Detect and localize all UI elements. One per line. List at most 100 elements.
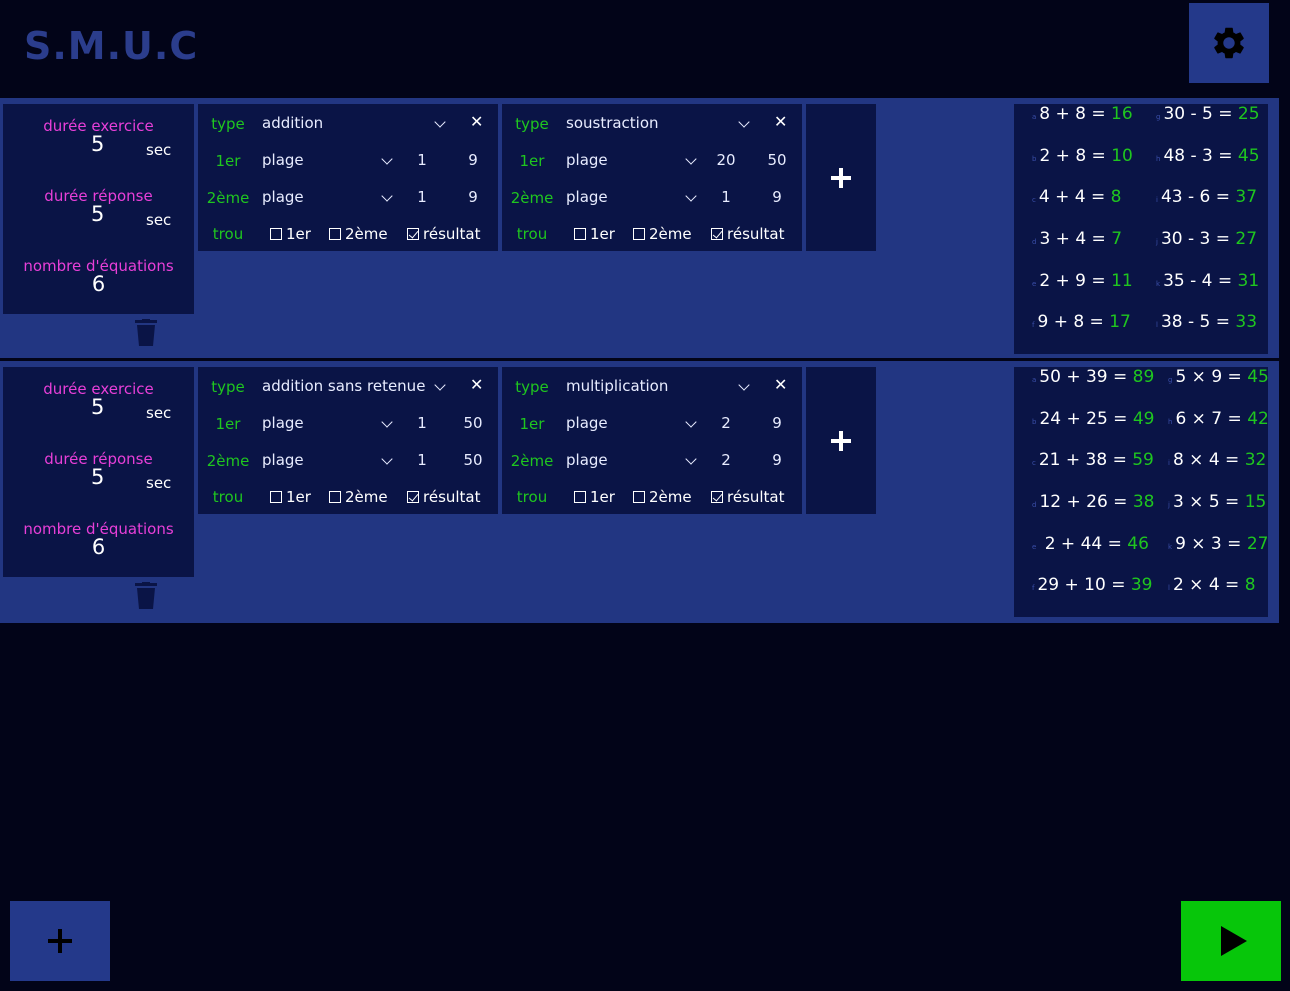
equation-expression: 2 + 9 = [1039, 271, 1106, 291]
first-max-input[interactable]: 50 [458, 414, 488, 432]
trou-1er-checkbox[interactable]: 1er [574, 488, 615, 506]
trash-icon[interactable] [134, 319, 158, 347]
equation-expression: 29 + 10 = [1037, 575, 1126, 595]
second-mode-select[interactable]: plage [262, 188, 304, 206]
close-icon[interactable]: ✕ [470, 112, 483, 131]
type-select[interactable]: addition [262, 114, 323, 132]
equation-answer: 8 [1110, 187, 1122, 207]
trou-2eme-checkbox[interactable]: 2ème [633, 225, 692, 243]
chevron-down-icon[interactable] [434, 116, 446, 128]
trou-2eme-checkbox[interactable]: 2ème [329, 225, 388, 243]
trou-resultat-checkbox[interactable]: résultat [711, 225, 785, 243]
trou-resultat-checkbox[interactable]: résultat [407, 225, 481, 243]
chevron-down-icon[interactable] [381, 416, 393, 428]
equation-expression: 8 + 8 = [1039, 104, 1106, 124]
equation-type-panel: type multiplication ✕ 1er plage 2 9 2ème… [502, 367, 802, 514]
first-mode-select[interactable]: plage [262, 151, 304, 169]
duree-exercice-input[interactable]: 5 [91, 395, 104, 419]
chevron-down-icon[interactable] [381, 153, 393, 165]
chevron-down-icon[interactable] [685, 416, 697, 428]
checkbox-label: 1er [590, 488, 615, 506]
add-equation-type-button[interactable] [806, 367, 876, 514]
add-exercise-button[interactable] [10, 901, 110, 981]
equation-letter: a [1032, 113, 1037, 121]
type-label: type [211, 115, 245, 133]
first-min-input[interactable]: 20 [711, 151, 741, 169]
second-operand-label: 2ème [206, 189, 250, 207]
chevron-down-icon[interactable] [381, 190, 393, 202]
first-max-input[interactable]: 50 [762, 151, 792, 169]
chevron-down-icon[interactable] [685, 453, 697, 465]
equation-expression: 48 - 3 = [1163, 146, 1233, 166]
type-select[interactable]: multiplication [566, 377, 668, 395]
equation-answer: 15 [1244, 492, 1267, 512]
equation-expression: 9 + 8 = [1037, 312, 1104, 332]
first-min-input[interactable]: 2 [711, 414, 741, 432]
equation-answer: 59 [1132, 450, 1154, 470]
type-select[interactable]: soustraction [566, 114, 659, 132]
settings-button[interactable] [1189, 3, 1269, 83]
preview-equation: i 43 - 6 = 37 [1156, 187, 1257, 207]
second-min-input[interactable]: 1 [407, 188, 437, 206]
first-mode-select[interactable]: plage [566, 414, 608, 432]
chevron-down-icon[interactable] [738, 116, 750, 128]
second-operand-label: 2ème [510, 189, 554, 207]
nombre-equations-input[interactable]: 6 [3, 272, 194, 296]
chevron-down-icon[interactable] [685, 190, 697, 202]
type-select[interactable]: addition sans retenue [262, 377, 425, 395]
trou-resultat-checkbox[interactable]: résultat [711, 488, 785, 506]
second-max-input[interactable]: 9 [458, 188, 488, 206]
app-title: S.M.U.C [24, 24, 199, 68]
equation-answer: 27 [1235, 229, 1258, 249]
equation-expression: 38 - 5 = [1160, 312, 1230, 332]
trou-resultat-checkbox[interactable]: résultat [407, 488, 481, 506]
close-icon[interactable]: ✕ [774, 375, 787, 394]
second-mode-select[interactable]: plage [262, 451, 304, 469]
equation-letter: j [1156, 238, 1158, 246]
second-mode-select[interactable]: plage [566, 451, 608, 469]
preview-equation: b2 + 8 = 10 [1032, 146, 1133, 166]
duree-reponse-input[interactable]: 5 [91, 202, 104, 226]
first-min-input[interactable]: 1 [407, 151, 437, 169]
first-max-input[interactable]: 9 [762, 414, 792, 432]
trou-1er-checkbox[interactable]: 1er [270, 225, 311, 243]
duree-reponse-unit: sec [146, 474, 172, 492]
first-operand-label: 1er [215, 415, 241, 433]
trou-1er-checkbox[interactable]: 1er [574, 225, 615, 243]
chevron-down-icon[interactable] [381, 453, 393, 465]
checkbox-label: 2ème [649, 488, 692, 506]
duree-reponse-input[interactable]: 5 [91, 465, 104, 489]
second-min-input[interactable]: 2 [711, 451, 741, 469]
trou-1er-checkbox[interactable]: 1er [270, 488, 311, 506]
equation-answer: 49 [1132, 409, 1155, 429]
chevron-down-icon[interactable] [738, 379, 750, 391]
trash-icon[interactable] [134, 582, 158, 610]
chevron-down-icon[interactable] [434, 379, 446, 391]
close-icon[interactable]: ✕ [470, 375, 483, 394]
nombre-equations-input[interactable]: 6 [3, 535, 194, 559]
second-max-input[interactable]: 9 [762, 451, 792, 469]
second-max-input[interactable]: 9 [762, 188, 792, 206]
second-max-input[interactable]: 50 [458, 451, 488, 469]
type-label: type [515, 378, 549, 396]
trou-2eme-checkbox[interactable]: 2ème [633, 488, 692, 506]
second-min-input[interactable]: 1 [711, 188, 741, 206]
first-mode-select[interactable]: plage [566, 151, 608, 169]
checkbox-label: 2ème [345, 225, 388, 243]
equation-letter: k [1168, 543, 1173, 551]
close-icon[interactable]: ✕ [774, 112, 787, 131]
play-button[interactable] [1181, 901, 1281, 981]
first-max-input[interactable]: 9 [458, 151, 488, 169]
add-equation-type-button[interactable] [806, 104, 876, 251]
chevron-down-icon[interactable] [685, 153, 697, 165]
first-mode-select[interactable]: plage [262, 414, 304, 432]
gear-icon [1214, 27, 1244, 59]
preview-equation: j3 × 5 = 15 [1168, 492, 1266, 512]
trou-2eme-checkbox[interactable]: 2ème [329, 488, 388, 506]
second-min-input[interactable]: 1 [407, 451, 437, 469]
second-mode-select[interactable]: plage [566, 188, 608, 206]
duree-exercice-input[interactable]: 5 [91, 132, 104, 156]
equation-letter: c [1032, 196, 1036, 204]
equation-expression: 6 × 7 = [1175, 409, 1242, 429]
first-min-input[interactable]: 1 [407, 414, 437, 432]
